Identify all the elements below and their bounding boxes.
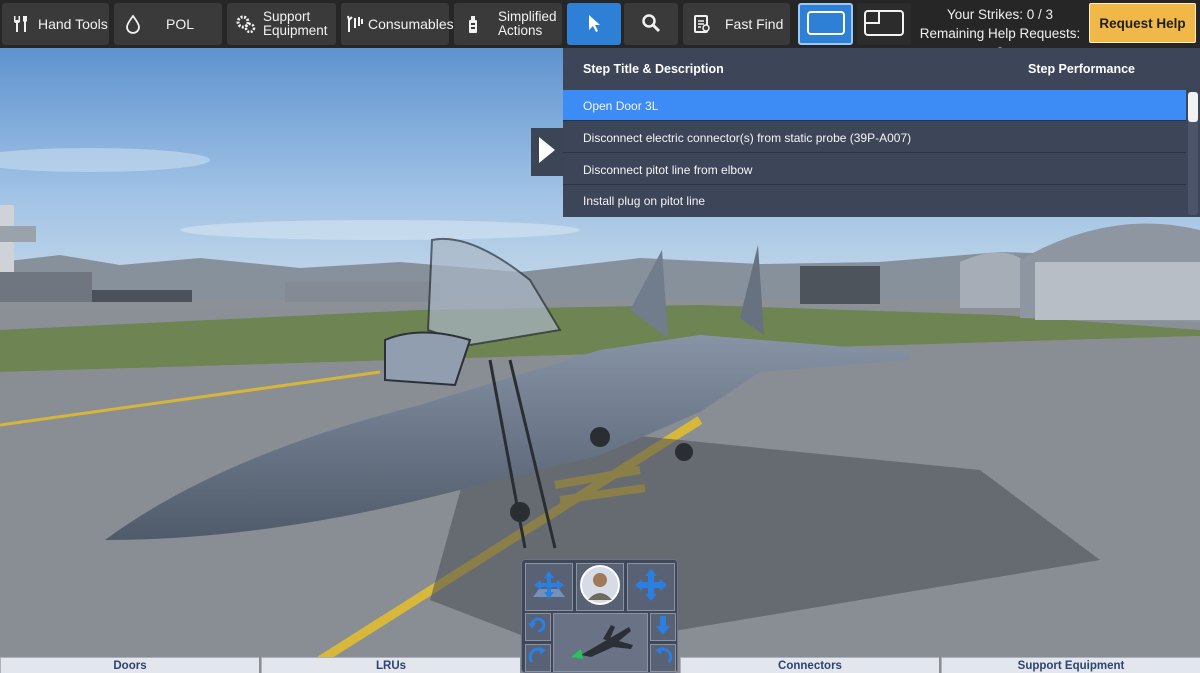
simplified-actions-line2: Actions bbox=[498, 23, 543, 38]
wrench-icon bbox=[10, 13, 32, 35]
arrow-down-icon bbox=[655, 614, 671, 641]
simplified-actions-button[interactable]: Simplified Actions bbox=[454, 3, 562, 45]
first-person-view-button[interactable] bbox=[576, 563, 624, 611]
droplet-icon bbox=[122, 13, 144, 35]
rotate-left-down-button[interactable] bbox=[525, 644, 551, 672]
scrollbar-thumb[interactable] bbox=[1188, 92, 1198, 122]
split-window-icon bbox=[863, 9, 905, 40]
pan-vertical-button[interactable] bbox=[627, 563, 675, 611]
rotate-cw-icon bbox=[528, 646, 548, 671]
search-button[interactable] bbox=[624, 3, 678, 45]
move-arrows-icon bbox=[633, 567, 669, 608]
step-list-scrollbar[interactable] bbox=[1188, 92, 1198, 215]
consumables-label: Consumables bbox=[368, 16, 454, 32]
simplified-actions-label: Simplified Actions bbox=[498, 10, 557, 38]
pan-horizontal-button[interactable] bbox=[525, 563, 573, 611]
split-view-button[interactable] bbox=[857, 3, 911, 45]
request-help-button[interactable]: Request Help bbox=[1089, 3, 1196, 43]
step-label: Open Door 3L bbox=[583, 99, 659, 113]
fast-find-button[interactable]: Fast Find bbox=[683, 3, 790, 45]
play-triangle-icon bbox=[537, 135, 557, 170]
tab-support-equipment[interactable]: Support Equipment bbox=[941, 657, 1200, 673]
tab-doors[interactable]: Doors bbox=[0, 657, 259, 673]
fast-find-label: Fast Find bbox=[725, 16, 784, 32]
aircraft-top-view-icon bbox=[561, 615, 641, 670]
aircraft-orientation-preview bbox=[553, 613, 648, 672]
rotate-right-icon bbox=[653, 646, 673, 671]
checklist-icon bbox=[691, 13, 713, 35]
step-label: Disconnect electric connector(s) from st… bbox=[583, 131, 912, 145]
step-row[interactable]: Disconnect pitot line from elbow bbox=[563, 154, 1186, 185]
person-avatar-icon bbox=[579, 564, 621, 611]
pol-button[interactable]: POL bbox=[114, 3, 222, 45]
rotate-left-up-button[interactable] bbox=[525, 613, 551, 641]
search-icon bbox=[641, 13, 661, 36]
camera-controls bbox=[521, 559, 678, 673]
single-window-icon bbox=[806, 10, 846, 39]
step-label: Disconnect pitot line from elbow bbox=[583, 163, 753, 177]
step-row[interactable]: Open Door 3L bbox=[563, 90, 1186, 121]
move-plane-icon bbox=[529, 567, 569, 608]
step-row[interactable]: Disconnect electric connector(s) from st… bbox=[563, 122, 1186, 153]
tab-lrus[interactable]: LRUs bbox=[261, 657, 520, 673]
step-row[interactable]: Install plug on pitot line bbox=[563, 185, 1186, 216]
tab-connectors[interactable]: Connectors bbox=[680, 657, 939, 673]
select-pointer-button[interactable] bbox=[567, 3, 621, 45]
step-panel-header: Step Title & Description Step Performanc… bbox=[563, 48, 1200, 90]
step-title-column-header: Step Title & Description bbox=[583, 62, 724, 76]
support-equipment-label: Support Equipment bbox=[263, 10, 328, 38]
hand-tools-label: Hand Tools bbox=[38, 16, 108, 32]
cursor-pointer-icon bbox=[586, 13, 602, 36]
consumables-button[interactable]: Consumables bbox=[341, 3, 454, 45]
step-list: Open Door 3L Disconnect electric connect… bbox=[563, 90, 1200, 217]
rotate-ccw-icon bbox=[528, 615, 548, 640]
support-equipment-button[interactable]: Support Equipment bbox=[227, 3, 336, 45]
support-equipment-line2: Equipment bbox=[263, 23, 328, 38]
spray-can-icon bbox=[462, 13, 484, 35]
simplified-actions-line1: Simplified bbox=[498, 9, 557, 24]
top-toolbar: Hand Tools POL Support Equipment Consuma… bbox=[0, 0, 1200, 60]
single-view-button[interactable] bbox=[798, 3, 853, 45]
zoom-in-button[interactable] bbox=[650, 613, 676, 641]
step-panel: Step Title & Description Step Performanc… bbox=[563, 48, 1200, 217]
strikes-count: Your Strikes: 0 / 3 bbox=[946, 7, 1054, 22]
step-performance-column-header: Step Performance bbox=[1028, 62, 1135, 76]
hand-tools-button[interactable]: Hand Tools bbox=[2, 3, 109, 45]
rotate-right-button[interactable] bbox=[650, 644, 676, 672]
step-label: Install plug on pitot line bbox=[583, 194, 706, 208]
pol-label: POL bbox=[166, 16, 195, 32]
strike-status: Your Strikes: 0 / 3 Remaining Help Reque… bbox=[915, 3, 1085, 60]
consumables-icon bbox=[346, 13, 364, 35]
support-equipment-line1: Support bbox=[263, 9, 311, 24]
expand-panel-button[interactable] bbox=[531, 128, 563, 176]
gears-icon bbox=[235, 13, 257, 35]
